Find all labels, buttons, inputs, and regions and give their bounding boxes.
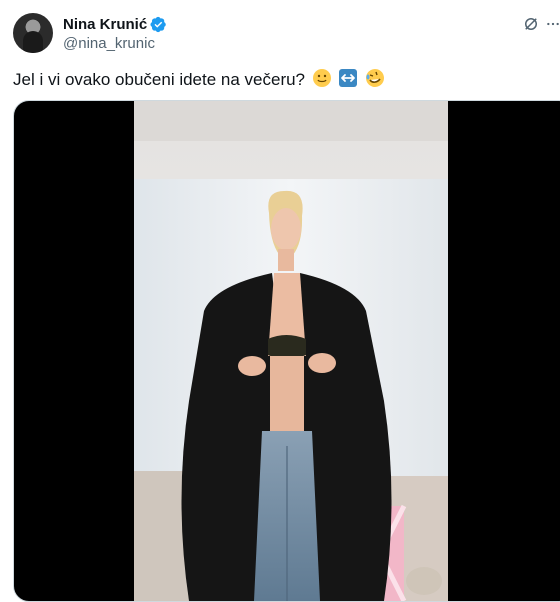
- video-frame[interactable]: [134, 101, 448, 601]
- rolling-on-the-floor-laughing-icon: [366, 69, 385, 87]
- tweet-body: Jel i vi ovako obučeni idete na večeru?: [13, 70, 306, 89]
- video-still: [134, 101, 448, 601]
- avatar[interactable]: [13, 13, 53, 53]
- grok-icon[interactable]: [522, 15, 540, 33]
- top-actions: [522, 15, 560, 33]
- video-player[interactable]: [13, 100, 560, 602]
- verified-badge-icon: [150, 16, 166, 33]
- author-info: Nina Krunić @nina_krunic: [63, 15, 167, 53]
- handle[interactable]: @nina_krunic: [63, 34, 167, 53]
- more-options-icon[interactable]: [546, 15, 560, 33]
- name-row: Nina Krunić: [63, 15, 167, 34]
- left-right-arrow-icon: [339, 69, 358, 87]
- display-name[interactable]: Nina Krunić: [63, 15, 147, 34]
- tweet-header: Nina Krunić @nina_krunic: [13, 13, 560, 57]
- slightly-smiling-face-icon: [312, 69, 331, 87]
- tweet-text: Jel i vi ovako obučeni idete na večeru?: [13, 68, 385, 91]
